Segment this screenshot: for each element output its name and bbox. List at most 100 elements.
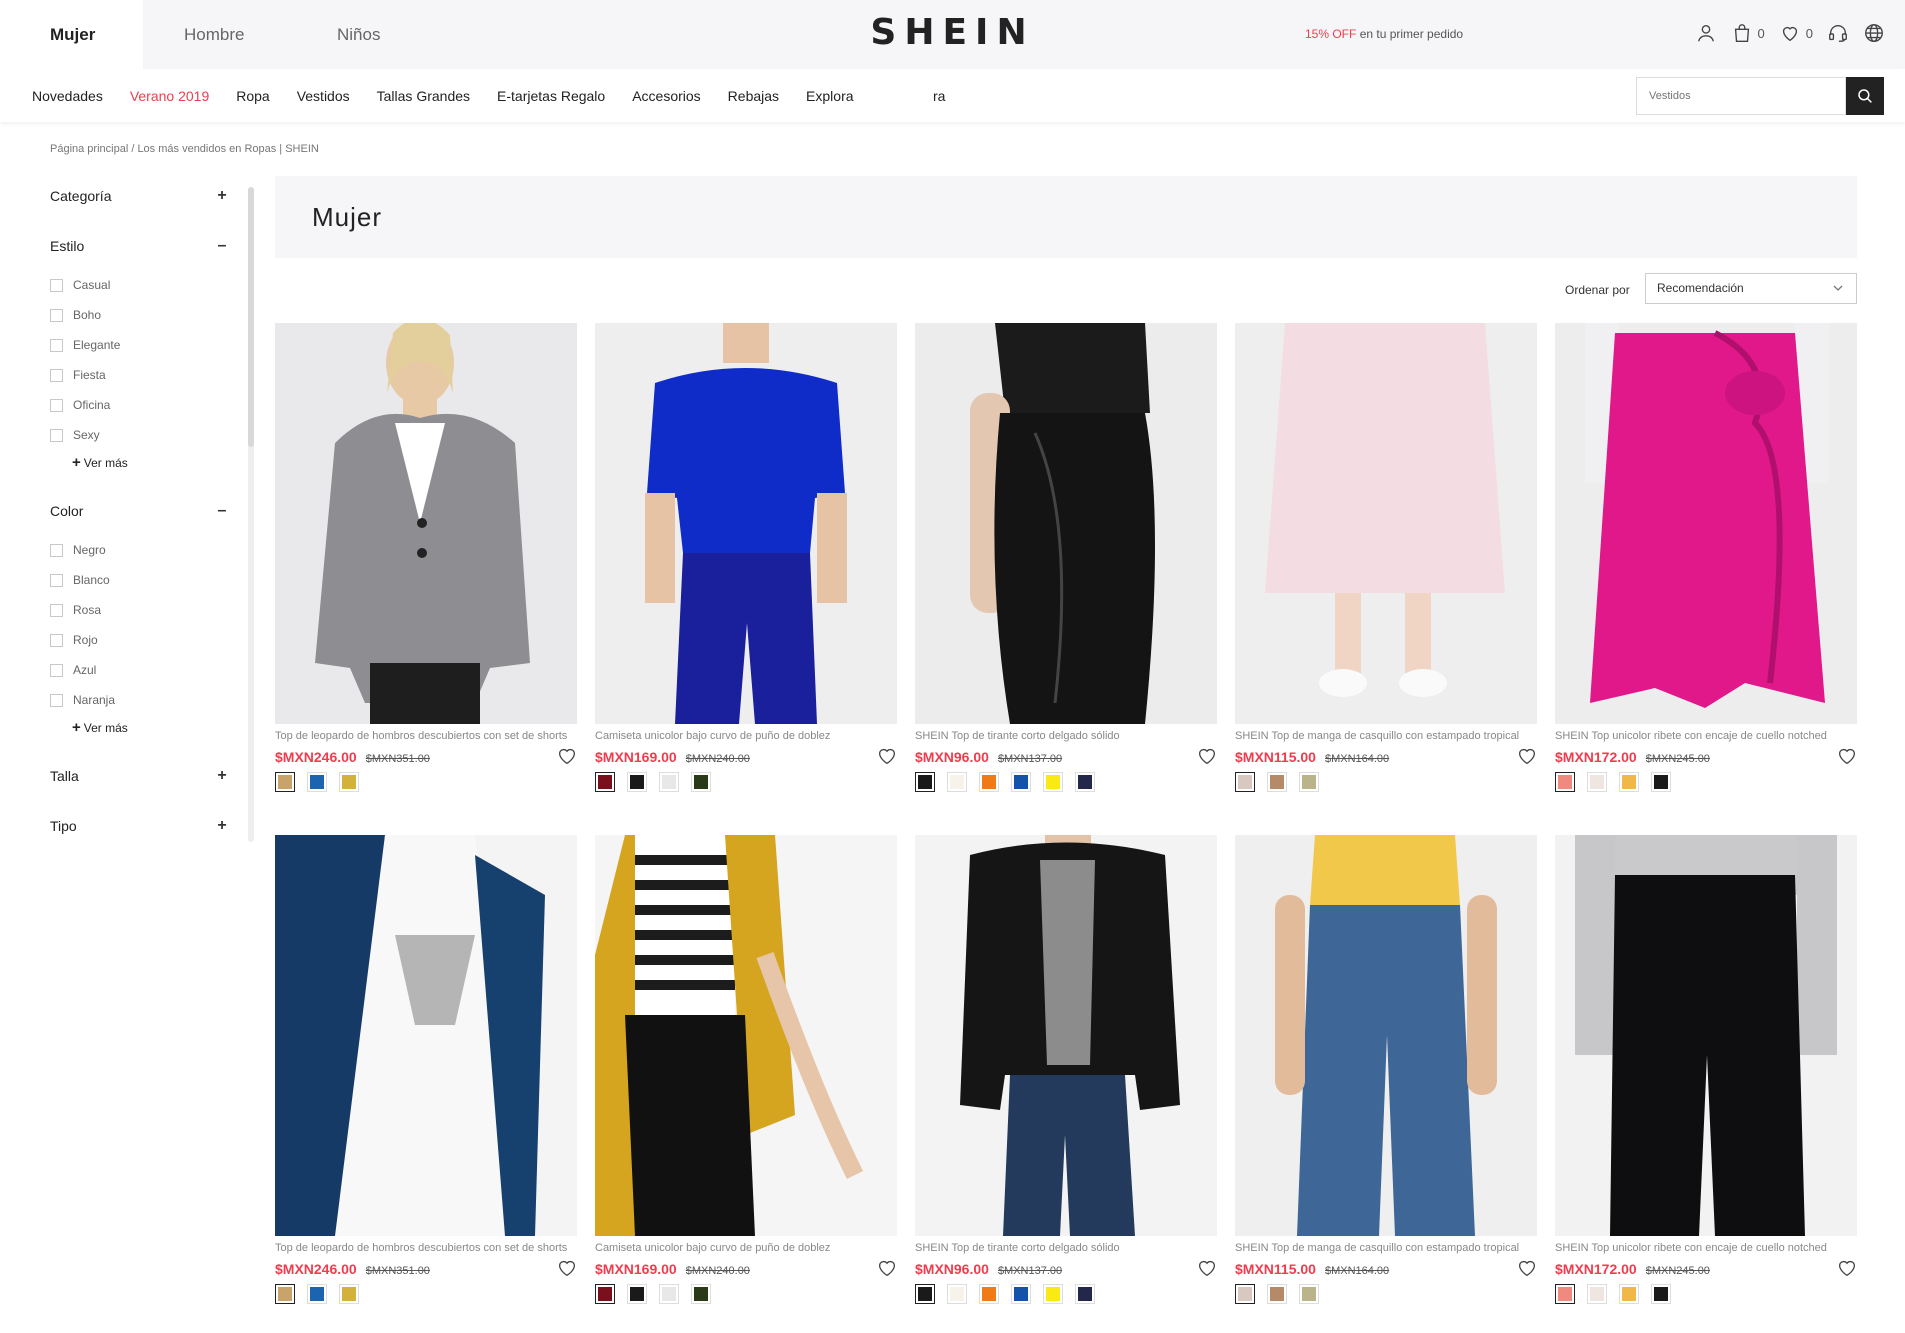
sidebar-scrollbar[interactable] (248, 187, 254, 842)
color-swatch[interactable] (1299, 1284, 1319, 1304)
color-swatch[interactable] (947, 1284, 967, 1304)
product-card[interactable]: SHEIN Top unicolor ribete con encaje de … (1555, 323, 1857, 793)
color-swatch[interactable] (339, 772, 359, 792)
color-swatch[interactable] (1235, 1284, 1255, 1304)
nav-vestidos[interactable]: Vestidos (297, 88, 350, 104)
scrollbar-thumb[interactable] (248, 187, 254, 447)
color-swatch[interactable] (1651, 1284, 1671, 1304)
product-name[interactable]: Top de leopardo de hombros descubiertos … (275, 730, 577, 742)
sort-select[interactable]: Recomendación (1645, 273, 1857, 304)
product-image[interactable] (595, 323, 897, 724)
wishlist-heart-icon[interactable] (877, 747, 897, 765)
filter-option-casual[interactable]: Casual (50, 270, 230, 300)
product-image[interactable] (1555, 323, 1857, 724)
color-swatch[interactable] (339, 1284, 359, 1304)
checkbox[interactable] (50, 573, 63, 587)
filter-option-naranja[interactable]: Naranja (50, 685, 230, 715)
color-swatch[interactable] (1555, 1284, 1575, 1304)
color-swatch[interactable] (275, 772, 295, 792)
filter-talla-header[interactable]: Talla + (50, 766, 228, 786)
filter-categoria-header[interactable]: Categoría + (50, 186, 228, 206)
checkbox[interactable] (50, 693, 63, 707)
product-image[interactable] (1555, 835, 1857, 1236)
product-card[interactable]: Top de leopardo de hombros descubiertos … (275, 323, 577, 793)
wishlist-heart-icon[interactable] (1197, 1259, 1217, 1277)
color-swatch[interactable] (1587, 1284, 1607, 1304)
nav-rebajas[interactable]: Rebajas (728, 88, 779, 104)
filter-option-rojo[interactable]: Rojo (50, 625, 230, 655)
wishlist-heart-icon[interactable] (1837, 1259, 1857, 1277)
color-swatch[interactable] (659, 1284, 679, 1304)
wishlist-button[interactable]: 0 (1779, 22, 1813, 44)
nav-e-tarjetas[interactable]: E-tarjetas Regalo (497, 88, 605, 104)
nav-verano-2019[interactable]: Verano 2019 (130, 88, 209, 104)
language-button[interactable] (1863, 22, 1885, 44)
product-image[interactable] (275, 835, 577, 1236)
breadcrumb[interactable]: Página principal / Los más vendidos en R… (50, 143, 319, 155)
nav-novedades[interactable]: Novedades (32, 88, 103, 104)
color-swatch[interactable] (1267, 1284, 1287, 1304)
color-swatch[interactable] (627, 1284, 647, 1304)
product-card[interactable]: SHEIN Top unicolor ribete con encaje de … (1555, 835, 1857, 1305)
color-swatch[interactable] (659, 772, 679, 792)
filter-option-rosa[interactable]: Rosa (50, 595, 230, 625)
product-image[interactable] (915, 835, 1217, 1236)
product-card[interactable]: SHEIN Top de manga de casquillo con esta… (1235, 835, 1537, 1305)
product-card[interactable]: SHEIN Top de tirante corto delgado sólid… (915, 323, 1217, 793)
product-card[interactable]: Top de leopardo de hombros descubiertos … (275, 835, 577, 1305)
checkbox[interactable] (50, 308, 63, 322)
checkbox[interactable] (50, 428, 63, 442)
product-name[interactable]: Top de leopardo de hombros descubiertos … (275, 1242, 577, 1254)
color-swatch[interactable] (1043, 772, 1063, 792)
color-swatch[interactable] (627, 772, 647, 792)
color-swatch[interactable] (1011, 772, 1031, 792)
tab-ninos[interactable]: Niños (337, 0, 380, 69)
product-name[interactable]: SHEIN Top de manga de casquillo con esta… (1235, 730, 1537, 742)
wishlist-heart-icon[interactable] (1837, 747, 1857, 765)
shein-logo[interactable]: SHEIN (0, 12, 1905, 53)
nav-accesorios[interactable]: Accesorios (632, 88, 700, 104)
color-swatch[interactable] (979, 1284, 999, 1304)
product-image[interactable] (915, 323, 1217, 724)
color-swatch[interactable] (1555, 772, 1575, 792)
color-swatch[interactable] (1235, 772, 1255, 792)
wishlist-heart-icon[interactable] (1517, 747, 1537, 765)
nav-explora[interactable]: Explora (806, 88, 853, 104)
filter-option-blanco[interactable]: Blanco (50, 565, 230, 595)
product-name[interactable]: SHEIN Top de tirante corto delgado sólid… (915, 730, 1217, 742)
color-swatch[interactable] (691, 772, 711, 792)
color-swatch[interactable] (307, 1284, 327, 1304)
color-swatch[interactable] (275, 1284, 295, 1304)
promo-banner[interactable]: 15% OFF en tu primer pedido (1305, 27, 1463, 41)
tab-hombre[interactable]: Hombre (184, 0, 244, 69)
color-swatch[interactable] (947, 772, 967, 792)
wishlist-heart-icon[interactable] (1197, 747, 1217, 765)
wishlist-heart-icon[interactable] (1517, 1259, 1537, 1277)
filter-option-boho[interactable]: Boho (50, 300, 230, 330)
filter-option-oficina[interactable]: Oficina (50, 390, 230, 420)
filter-option-negro[interactable]: Negro (50, 535, 230, 565)
product-name[interactable]: SHEIN Top unicolor ribete con encaje de … (1555, 1242, 1857, 1254)
product-image[interactable] (275, 323, 577, 724)
filter-option-elegante[interactable]: Elegante (50, 330, 230, 360)
checkbox[interactable] (50, 603, 63, 617)
color-swatch[interactable] (1651, 772, 1671, 792)
wishlist-heart-icon[interactable] (877, 1259, 897, 1277)
checkbox[interactable] (50, 278, 63, 292)
filter-option-azul[interactable]: Azul (50, 655, 230, 685)
color-swatch[interactable] (915, 1284, 935, 1304)
checkbox[interactable] (50, 633, 63, 647)
wishlist-heart-icon[interactable] (557, 747, 577, 765)
filter-tipo-header[interactable]: Tipo + (50, 816, 228, 836)
search-button[interactable] (1846, 77, 1884, 115)
color-swatch[interactable] (1619, 772, 1639, 792)
ver-mas-color[interactable]: + Ver más (72, 719, 230, 736)
product-image[interactable] (595, 835, 897, 1236)
checkbox[interactable] (50, 543, 63, 557)
color-swatch[interactable] (1587, 772, 1607, 792)
color-swatch[interactable] (1299, 772, 1319, 792)
color-swatch[interactable] (595, 1284, 615, 1304)
product-name[interactable]: SHEIN Top unicolor ribete con encaje de … (1555, 730, 1857, 742)
nav-ropa[interactable]: Ropa (236, 88, 269, 104)
filter-estilo-header[interactable]: Estilo – (50, 236, 228, 256)
